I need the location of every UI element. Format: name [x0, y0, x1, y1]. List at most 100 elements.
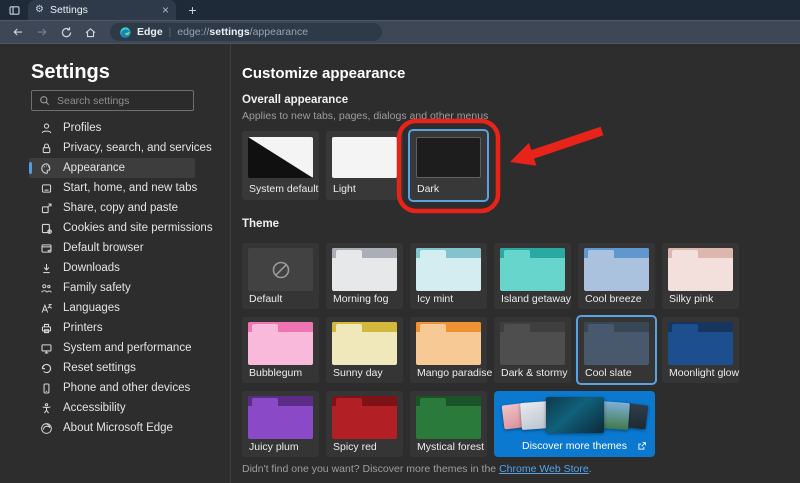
light-thumbnail	[332, 137, 397, 178]
theme-thumbnail	[332, 248, 397, 291]
sidebar-item-family-safety[interactable]: Family safety	[29, 278, 195, 298]
theme-tile-cool-breeze[interactable]: Cool breeze	[578, 243, 655, 309]
url-text: edge://settings/appearance	[177, 26, 309, 38]
theme-tile-morning-fog[interactable]: Morning fog	[326, 243, 403, 309]
theme-footer-note: Didn't find one you want? Discover more …	[242, 463, 592, 475]
theme-thumbnail	[332, 322, 397, 365]
theme-tile-juicy-plum[interactable]: Juicy plum	[242, 391, 319, 457]
theme-tile-sunny-day[interactable]: Sunny day	[326, 317, 403, 383]
chrome-web-store-link[interactable]: Chrome Web Store	[499, 463, 589, 475]
edge-logo-icon	[120, 26, 131, 38]
person-icon	[39, 121, 53, 135]
tab-strip: ⚙ Settings × +	[0, 0, 800, 20]
external-link-icon	[638, 442, 646, 450]
sidebar-item-cookies-permissions[interactable]: Cookies and site permissions	[29, 218, 213, 238]
theme-tile-mystical-forest[interactable]: Mystical forest	[410, 391, 487, 457]
theme-tile-default[interactable]: Default	[242, 243, 319, 309]
sidebar-title: Settings	[31, 61, 110, 83]
gear-icon: ⚙	[35, 4, 44, 15]
sidebar-item-start-home-newtabs[interactable]: Start, home, and new tabs	[29, 178, 197, 198]
forward-button[interactable]	[30, 22, 54, 42]
edge-logo-icon	[39, 421, 53, 435]
sidebar-item-about-edge[interactable]: About Microsoft Edge	[29, 418, 195, 438]
accessibility-icon	[39, 401, 53, 415]
system-default-thumbnail	[248, 137, 313, 178]
theme-grid: Default Morning fog Icy mint Island geta…	[242, 243, 739, 457]
refresh-icon	[61, 26, 71, 37]
tab-title: Settings	[49, 4, 88, 16]
monitor-icon	[39, 341, 53, 355]
refresh-button[interactable]	[54, 22, 78, 42]
appearance-content: Customize appearance Overall appearance …	[242, 44, 800, 483]
theme-tile-moonlight-glow[interactable]: Moonlight glow	[662, 317, 739, 383]
sidebar-item-appearance[interactable]: Appearance	[29, 158, 195, 178]
sidebar-item-share-copy-paste[interactable]: Share, copy and paste	[29, 198, 195, 218]
theme-thumbnail	[416, 248, 481, 291]
tab-close-icon[interactable]: ×	[162, 4, 169, 16]
theme-thumbnail	[584, 248, 649, 291]
sidebar-item-downloads[interactable]: Downloads	[29, 258, 195, 278]
dark-thumbnail	[416, 137, 481, 178]
theme-tile-island-getaway[interactable]: Island getaway	[494, 243, 571, 309]
address-bar[interactable]: Edge | edge://settings/appearance	[110, 23, 382, 41]
sidebar-item-privacy[interactable]: Privacy, search, and services	[29, 138, 212, 158]
theme-preview-image	[546, 397, 604, 433]
sidebar-item-phone-devices[interactable]: Phone and other devices	[29, 378, 195, 398]
option-light[interactable]: Light	[326, 131, 403, 200]
theme-thumbnail	[416, 396, 481, 439]
sidebar-item-reset-settings[interactable]: Reset settings	[29, 358, 195, 378]
option-dark[interactable]: Dark	[410, 131, 487, 200]
tab-actions-menu-button[interactable]	[5, 2, 23, 18]
theme-thumbnail	[416, 322, 481, 365]
theme-thumbnail	[248, 396, 313, 439]
theme-thumbnail	[248, 322, 313, 365]
theme-tile-spicy-red[interactable]: Spicy red	[326, 391, 403, 457]
red-arrow	[510, 126, 604, 166]
option-system-default[interactable]: System default	[242, 131, 319, 200]
theme-thumbnail	[248, 248, 313, 291]
new-tab-button[interactable]: +	[184, 2, 201, 18]
search-settings-input[interactable]	[57, 94, 186, 107]
sidebar-nav: Profiles Privacy, search, and services A…	[29, 118, 213, 438]
sidebar-item-accessibility[interactable]: Accessibility	[29, 398, 195, 418]
reset-icon	[39, 361, 53, 375]
page-title: Customize appearance	[242, 65, 406, 82]
back-arrow-icon	[13, 28, 23, 36]
discover-more-themes-button[interactable]: Discover more themes	[494, 391, 655, 457]
url-separator: |	[168, 26, 172, 38]
sidebar-item-default-browser[interactable]: Default browser	[29, 238, 195, 258]
sidebar-divider	[230, 44, 231, 483]
settings-page: Settings Profiles Privacy, search, and s…	[0, 44, 800, 483]
theme-tile-mango-paradise[interactable]: Mango paradise	[410, 317, 492, 383]
site-brand-label: Edge	[137, 26, 163, 38]
sidebar-item-system-performance[interactable]: System and performance	[29, 338, 195, 358]
tab-settings[interactable]: ⚙ Settings ×	[28, 0, 176, 20]
theme-tile-cool-slate[interactable]: Cool slate	[578, 317, 655, 383]
theme-tile-icy-mint[interactable]: Icy mint	[410, 243, 487, 309]
theme-tile-bubblegum[interactable]: Bubblegum	[242, 317, 319, 383]
cookies-icon	[39, 221, 53, 235]
search-settings-box[interactable]	[31, 90, 194, 111]
sidebar-item-profiles[interactable]: Profiles	[29, 118, 195, 138]
settings-sidebar: Settings Profiles Privacy, search, and s…	[0, 44, 230, 483]
theme-tile-dark-and-stormy[interactable]: Dark & stormy	[494, 317, 571, 383]
lock-icon	[39, 141, 53, 155]
edge-browser-window: ⚙ Settings × + Edge | edge://settings/ap…	[0, 0, 800, 483]
share-icon	[39, 201, 53, 215]
family-icon	[39, 281, 53, 295]
home-button[interactable]	[78, 22, 102, 42]
theme-thumbnail	[332, 396, 397, 439]
tab-actions-icon	[8, 5, 20, 15]
sidebar-item-printers[interactable]: Printers	[29, 318, 195, 338]
overall-appearance-description: Applies to new tabs, pages, dialogs and …	[242, 110, 489, 122]
download-icon	[39, 261, 53, 275]
theme-tile-silky-pink[interactable]: Silky pink	[662, 243, 739, 309]
theme-thumbnail	[500, 322, 565, 365]
language-icon	[39, 301, 53, 315]
overall-appearance-options: System default Light Dark	[242, 131, 487, 200]
sidebar-item-languages[interactable]: Languages	[29, 298, 195, 318]
home-icon	[85, 27, 95, 37]
back-button[interactable]	[6, 22, 30, 42]
theme-thumbnail	[584, 322, 649, 365]
theme-heading: Theme	[242, 218, 280, 230]
